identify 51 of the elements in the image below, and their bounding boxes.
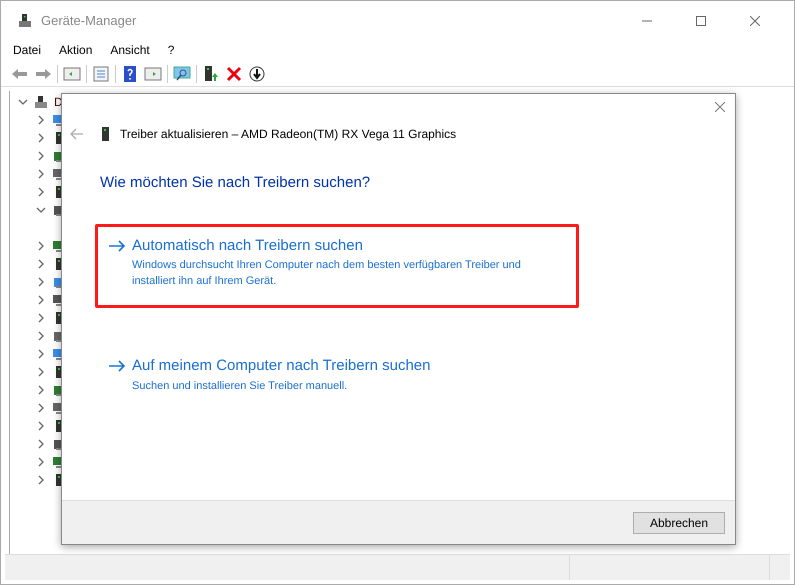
chevron-right-icon[interactable] <box>36 169 46 179</box>
chevron-right-icon[interactable] <box>36 457 46 467</box>
chevron-right-icon[interactable] <box>36 259 46 269</box>
panel-icon[interactable] <box>144 64 162 82</box>
window-title: Geräte-Manager <box>41 12 136 30</box>
arrow-icon <box>108 360 126 372</box>
dialog-heading: Wie möchten Sie nach Treibern suchen? <box>100 173 372 193</box>
cancel-button[interactable]: Abbrechen <box>633 512 725 534</box>
option-description: Windows durchsucht Ihren Computer nach dem besten verfügbaren Treiber und installiert ihn auf Ihrem Gerät. <box>132 258 522 289</box>
chevron-right-icon[interactable] <box>36 367 46 377</box>
properties-icon[interactable] <box>92 64 110 82</box>
graphics-card-icon <box>102 127 110 141</box>
chevron-right-icon[interactable] <box>36 133 46 143</box>
chevron-down-icon[interactable] <box>18 97 28 107</box>
chevron-down-icon[interactable] <box>36 205 46 215</box>
chevron-right-icon[interactable] <box>36 475 46 485</box>
panel-icon[interactable] <box>63 64 81 82</box>
update-driver-icon[interactable] <box>202 64 220 82</box>
chevron-right-icon[interactable] <box>36 187 46 197</box>
search-option[interactable]: Auf meinem Computer nach Treibern suchen Suchen und installieren Sie Treiber manuell. <box>95 344 579 412</box>
download-icon[interactable] <box>248 64 266 82</box>
chevron-right-icon[interactable] <box>36 403 46 413</box>
maximize-icon <box>696 16 706 26</box>
chevron-right-icon[interactable] <box>36 115 46 125</box>
chevron-right-icon[interactable] <box>36 385 46 395</box>
chevron-right-icon[interactable] <box>36 349 46 359</box>
scan-monitor-icon[interactable] <box>173 64 191 82</box>
menu-item[interactable]: Datei <box>13 41 42 59</box>
dialog-title: Treiber aktualisieren – AMD Radeon(TM) RX Vega 11 Graphics <box>120 126 456 143</box>
menu-item[interactable]: Ansicht <box>110 41 150 59</box>
option-title: Auf meinem Computer nach Treibern suchen <box>132 356 430 376</box>
computer-icon <box>34 95 48 109</box>
menu-item[interactable]: Aktion <box>59 41 92 59</box>
chevron-right-icon[interactable] <box>36 241 46 251</box>
chevron-right-icon[interactable] <box>36 439 46 449</box>
chevron-right-icon[interactable] <box>36 277 46 287</box>
close-icon <box>750 16 760 26</box>
chevron-right-icon[interactable] <box>36 421 46 431</box>
close-icon[interactable] <box>715 102 725 112</box>
delete-icon[interactable] <box>225 64 243 82</box>
help-icon[interactable] <box>121 64 139 82</box>
chevron-right-icon[interactable] <box>36 295 46 305</box>
device-manager-icon <box>17 13 33 29</box>
option-description: Suchen und installieren Sie Treiber manuell. <box>132 378 348 394</box>
menu-item[interactable]: ? <box>168 41 174 59</box>
arrow-icon <box>108 240 126 252</box>
chevron-right-icon[interactable] <box>36 151 46 161</box>
chevron-right-icon[interactable] <box>36 313 46 323</box>
chevron-right-icon[interactable] <box>36 331 46 341</box>
search-option[interactable]: Automatisch nach Treibern suchen Windows durchsucht Ihren Computer nach dem besten verfügbaren Treiber und installiert ihn auf Ihrem Gerät. <box>95 224 579 308</box>
option-title: Automatisch nach Treibern suchen <box>132 236 363 256</box>
